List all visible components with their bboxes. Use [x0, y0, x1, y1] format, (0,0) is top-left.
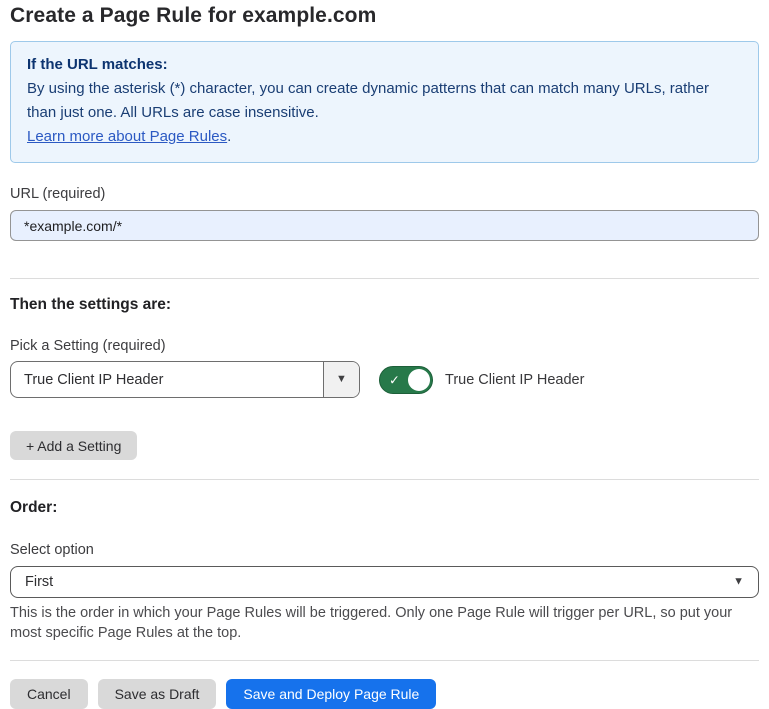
divider: [10, 660, 759, 661]
url-input[interactable]: [10, 210, 759, 241]
setting-dropdown[interactable]: True Client IP Header ▼: [10, 361, 360, 398]
toggle-knob: [408, 369, 430, 391]
true-client-ip-toggle[interactable]: ✓: [379, 366, 433, 394]
learn-more-link[interactable]: Learn more about Page Rules: [27, 128, 227, 145]
cancel-button[interactable]: Cancel: [10, 679, 88, 709]
url-match-info-box: If the URL matches: By using the asteris…: [10, 41, 759, 163]
order-help-text: This is the order in which your Page Rul…: [10, 603, 755, 643]
save-as-draft-button[interactable]: Save as Draft: [98, 679, 217, 709]
link-suffix: .: [227, 128, 231, 145]
actions-row: Cancel Save as Draft Save and Deploy Pag…: [10, 679, 759, 709]
info-box-link-line: Learn more about Page Rules.: [27, 125, 742, 149]
order-section-heading: Order:: [10, 499, 759, 517]
setting-dropdown-value: True Client IP Header: [11, 362, 323, 397]
info-box-heading: If the URL matches:: [27, 53, 742, 77]
setting-dropdown-caret-box[interactable]: ▼: [323, 362, 359, 397]
setting-row: True Client IP Header ▼ ✓ True Client IP…: [10, 361, 759, 398]
chevron-down-icon: ▼: [336, 374, 347, 385]
toggle-group: ✓ True Client IP Header: [379, 366, 584, 394]
divider: [10, 479, 759, 480]
save-and-deploy-button[interactable]: Save and Deploy Page Rule: [226, 679, 436, 709]
info-box-body: By using the asterisk (*) character, you…: [27, 77, 742, 125]
pick-setting-label: Pick a Setting (required): [10, 338, 759, 354]
settings-section-heading: Then the settings are:: [10, 296, 759, 314]
url-field-label: URL (required): [10, 186, 759, 202]
check-icon: ✓: [389, 373, 400, 386]
chevron-down-icon: ▼: [733, 577, 744, 588]
divider: [10, 278, 759, 279]
order-select-value: First: [25, 574, 53, 590]
order-select-label: Select option: [10, 542, 759, 558]
page-title: Create a Page Rule for example.com: [10, 4, 759, 28]
toggle-label: True Client IP Header: [445, 372, 584, 388]
order-select[interactable]: First ▼: [10, 566, 759, 598]
add-setting-button[interactable]: + Add a Setting: [10, 431, 137, 460]
